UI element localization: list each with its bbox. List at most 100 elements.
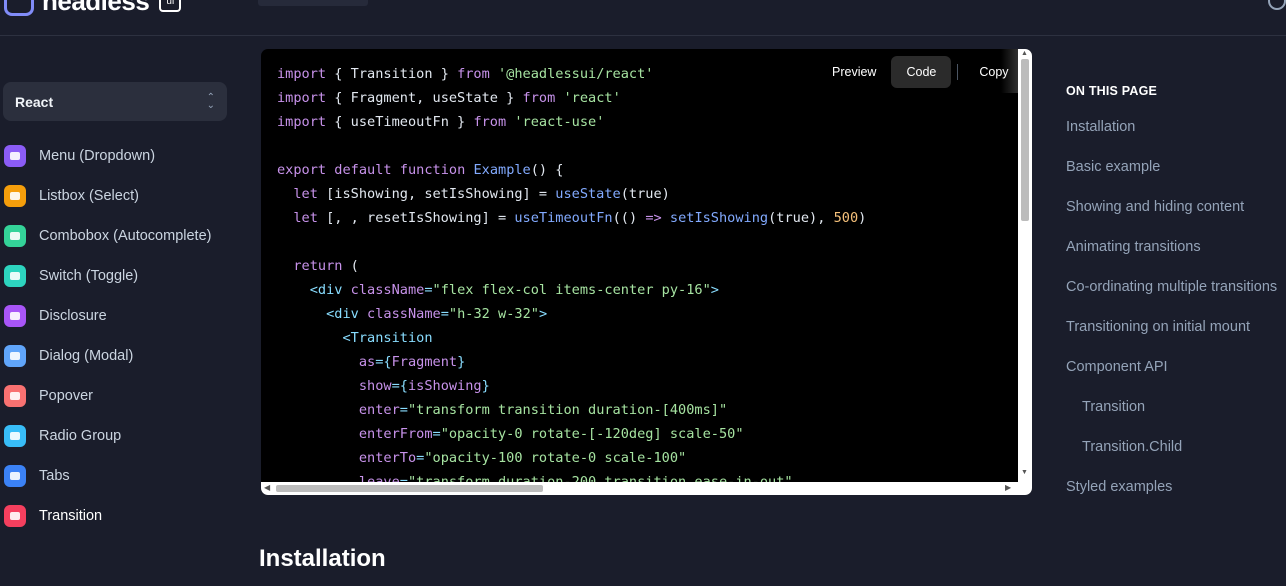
scroll-down-icon[interactable]: ▼: [1021, 469, 1028, 476]
code-token: className: [367, 306, 441, 322]
code-token: "transform transition duration-[400ms]": [407, 402, 728, 418]
toc-link[interactable]: Co-ordinating multiple transitions: [1066, 277, 1277, 297]
toc-link[interactable]: Showing and hiding content: [1066, 197, 1277, 217]
code-token: { Transition }: [334, 66, 458, 82]
code-token: useState: [555, 186, 621, 202]
sidebar-item-radio-group[interactable]: Radio Group: [4, 416, 211, 456]
code-token: }: [481, 378, 490, 394]
code-token: "opacity-100 rotate-0 scale-100": [424, 450, 687, 466]
code-block: import { Transition } from '@headlessui/…: [277, 62, 866, 494]
github-icon[interactable]: [1268, 0, 1286, 10]
framework-select[interactable]: React ⌃ ⌄: [3, 82, 227, 121]
sidebar-item-label: Switch (Toggle): [39, 268, 139, 284]
code-token: <: [277, 306, 335, 322]
vertical-scroll-thumb[interactable]: [1021, 59, 1029, 221]
code-token: enterTo: [277, 450, 417, 466]
sidebar-nav: Menu (Dropdown) Listbox (Select) Combobox …: [4, 136, 211, 536]
sidebar-item-label: Radio Group: [39, 428, 122, 444]
component-icon: [4, 345, 26, 367]
code-token: =: [432, 426, 441, 442]
code-token: "h-32 w-32": [448, 306, 539, 322]
code-tabs: Preview Code Copy: [817, 56, 1024, 88]
sidebar-item-switch-toggle[interactable]: Switch (Toggle): [4, 256, 211, 296]
code-token: () {: [530, 162, 564, 178]
toc-link[interactable]: Installation: [1066, 117, 1277, 137]
sidebar-item-disclosure[interactable]: Disclosure: [4, 296, 211, 336]
sidebar-item-transition[interactable]: Transition: [4, 496, 211, 536]
component-icon: [4, 505, 26, 527]
toc-link[interactable]: Basic example: [1066, 157, 1277, 177]
code-token: useTimeoutFn: [514, 210, 613, 226]
tab-code[interactable]: Code: [891, 56, 952, 88]
code-token: from: [473, 114, 515, 130]
sidebar-item-label: Menu (Dropdown): [39, 148, 156, 164]
site-logo[interactable]: headless ui: [4, 0, 182, 17]
top-bar: headless ui: [0, 0, 1286, 36]
toc-list: Installation Basic example Showing and hid…: [1066, 117, 1277, 497]
tab-divider: [957, 64, 959, 80]
toc-link[interactable]: Transitioning on initial mount: [1066, 317, 1277, 337]
scroll-left-icon[interactable]: ◀: [264, 483, 270, 492]
scroll-up-icon[interactable]: ▲: [1021, 50, 1028, 57]
code-line: let [, , resetIsShowing] = useTimeoutFn(…: [277, 206, 866, 230]
code-token: from: [457, 66, 498, 82]
horizontal-scrollbar[interactable]: ◀ ▶: [261, 482, 1032, 495]
code-token: import: [277, 114, 335, 130]
scroll-right-icon[interactable]: ▶: [1005, 483, 1011, 492]
code-token: ((): [612, 210, 646, 226]
sidebar-item-label: Popover: [39, 388, 94, 404]
code-token: div: [334, 306, 368, 322]
code-token: Transition: [350, 330, 433, 346]
logo-text: headless: [42, 0, 150, 16]
sidebar-item-menu-dropdown[interactable]: Menu (Dropdown): [4, 136, 211, 176]
sidebar-item-label: Listbox (Select): [39, 188, 139, 204]
code-token: >: [710, 282, 719, 298]
sidebar-item-tabs[interactable]: Tabs: [4, 456, 211, 496]
code-token: default: [334, 162, 400, 178]
code-line: <div className="flex flex-col items-cent…: [277, 278, 866, 302]
code-token: { useTimeoutFn }: [334, 114, 474, 130]
code-token: return: [277, 258, 351, 274]
sidebar-item-label: Tabs: [39, 468, 70, 484]
search-bar[interactable]: [258, 0, 368, 6]
sidebar-item-combobox-autocomplete[interactable]: Combobox (Autocomplete): [4, 216, 211, 256]
code-token: (true): [620, 186, 670, 202]
code-line: enterTo="opacity-100 rotate-0 scale-100": [277, 446, 866, 470]
code-token: export: [277, 162, 335, 178]
code-token: "opacity-0 rotate-[-120deg] scale-50": [440, 426, 744, 442]
toc-link[interactable]: Transition.Child: [1082, 437, 1277, 457]
code-token: >: [538, 306, 548, 322]
code-token: <: [277, 282, 318, 298]
code-token: enterFrom: [277, 426, 433, 442]
sidebar-item-label: Dialog (Modal): [39, 348, 134, 364]
code-line: enterFrom="opacity-0 rotate-[-120deg] sc…: [277, 422, 866, 446]
code-token: 500: [833, 210, 859, 226]
toc-link[interactable]: Transition: [1082, 397, 1277, 417]
component-icon: [4, 465, 26, 487]
code-token: ={: [375, 354, 392, 370]
sidebar-item-popover[interactable]: Popover: [4, 376, 211, 416]
component-icon: [4, 225, 26, 247]
code-token: as: [277, 354, 376, 370]
tab-preview[interactable]: Preview: [817, 56, 891, 88]
code-token: 'react': [563, 90, 621, 106]
code-token: from: [522, 90, 564, 106]
code-line: import { Transition } from '@headlessui/…: [277, 62, 866, 86]
code-token: Example: [473, 162, 531, 178]
code-token: =>: [645, 210, 670, 226]
toc-link[interactable]: Styled examples: [1066, 477, 1277, 497]
code-token: show: [277, 378, 392, 394]
sidebar-item-listbox-select[interactable]: Listbox (Select): [4, 176, 211, 216]
code-token: }: [457, 354, 466, 370]
code-token: { Fragment, useState }: [334, 90, 523, 106]
vertical-scrollbar[interactable]: ▲ ▼: [1018, 49, 1032, 482]
component-icon: [4, 425, 26, 447]
toc-link[interactable]: Animating transitions: [1066, 237, 1277, 257]
horizontal-scroll-thumb[interactable]: [276, 485, 543, 492]
component-icon: [4, 385, 26, 407]
code-token: function: [399, 162, 474, 178]
toc-link[interactable]: Component API: [1066, 357, 1277, 377]
sidebar-item-dialog-modal[interactable]: Dialog (Modal): [4, 336, 211, 376]
